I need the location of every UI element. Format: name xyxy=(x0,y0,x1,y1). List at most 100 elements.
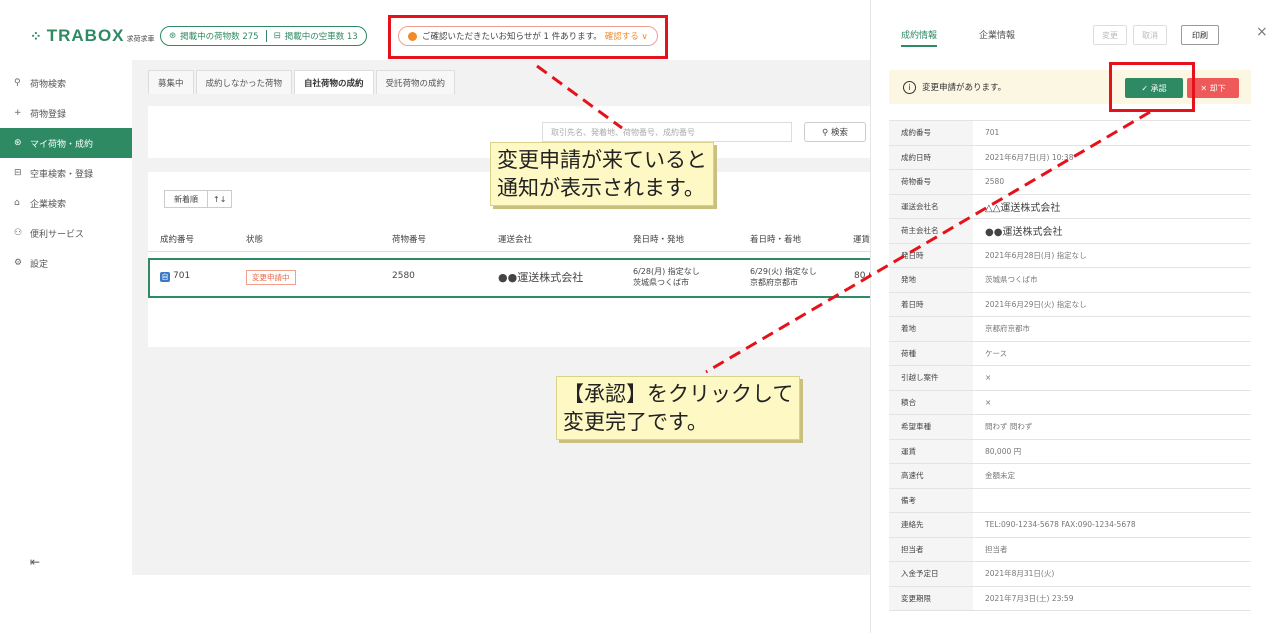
truck-count: 掲載中の空車数 13 xyxy=(284,32,358,42)
main-content: 募集中 成約しなかった荷物 自社荷物の成約 受託荷物の成約 取引先名、発着地、荷… xyxy=(132,60,874,575)
detail-value xyxy=(973,489,1251,513)
own-badge-icon: 自 xyxy=(160,272,170,282)
tab-own-contracts[interactable]: 自社荷物の成約 xyxy=(294,70,374,94)
contract-detail-panel: 成約情報 企業情報 変更 取消 印刷 × i 変更申請があります。 ✓ 承認 ✕… xyxy=(870,0,1280,633)
info-icon: i xyxy=(903,80,916,94)
sidebar-item-company-search[interactable]: ⌂ 企業検索 xyxy=(0,188,132,218)
service-icon: ⚇ xyxy=(14,228,23,238)
callout-notification: 変更申請が来ていると 通知が表示されます。 xyxy=(490,142,714,206)
table-row[interactable]: 自 701 変更申請中 2580 ●●運送株式会社 6/28(月) 指定なし 茨城県… xyxy=(148,258,874,298)
print-button[interactable]: 印刷 xyxy=(1181,25,1219,45)
detail-label: 荷主会社名 xyxy=(889,219,973,243)
detail-row: 高速代 金額未定 xyxy=(889,464,1251,489)
col-cargo-no: 荷物番号 xyxy=(392,235,427,245)
search-icon: ⚲ xyxy=(14,78,21,88)
sidebar-item-truck-search[interactable]: ⊟ 空車検索・登録 xyxy=(0,158,132,188)
highlight-box-notification xyxy=(388,15,668,59)
detail-row: 変更期限 2021年7月3日(土) 23:59 xyxy=(889,586,1251,611)
detail-value: 問わず 問わず xyxy=(985,422,1033,432)
detail-row: 発地 茨城県つくば市 xyxy=(889,268,1251,293)
detail-label: 運送会社名 xyxy=(889,194,973,218)
trabox-logo[interactable]: ⁘ TRABOX 求荷求車 xyxy=(30,26,155,46)
detail-row: 連絡先 TEL:090-1234-5678 FAX:090-1234-5678 xyxy=(889,513,1251,538)
sidebar: ⚲ 荷物検索 + 荷物登録 ⊛ マイ荷物・成約 ⊟ 空車検索・登録 ⌂ 企業検索 ⚇ 便利サ… xyxy=(0,60,132,633)
truck-icon: ⊟ xyxy=(273,31,281,41)
box-icon: ⊛ xyxy=(169,31,177,41)
detail-row: 担当者 担当者 xyxy=(889,537,1251,562)
status-badge: 変更申請中 xyxy=(246,270,296,285)
detail-row: 荷主会社名 ●●運送株式会社 xyxy=(889,219,1251,244)
panel-tabs: 成約情報 企業情報 xyxy=(901,28,1057,47)
sidebar-item-my-cargo[interactable]: ⊛ マイ荷物・成約 xyxy=(0,128,132,158)
detail-label: 備考 xyxy=(889,488,973,512)
collapse-sidebar-icon[interactable]: ⇤ xyxy=(30,555,40,569)
notice-text: 変更申請があります。 xyxy=(922,83,1007,93)
listing-stats-pill[interactable]: ⊛ 掲載中の荷物数 275 ⊟ 掲載中の空車数 13 xyxy=(160,26,367,46)
detail-value: × xyxy=(985,397,992,407)
col-fare: 運賃 xyxy=(853,235,871,245)
callout-approve: 【承認】をクリックして 変更完了です。 xyxy=(556,376,801,440)
detail-row: 運送会社名 △△運送株式会社 xyxy=(889,194,1251,219)
detail-label: 連絡先 xyxy=(889,513,973,537)
detail-label: 引越し案件 xyxy=(889,366,973,390)
detail-value: 701 xyxy=(985,128,1000,138)
tab-contract-info[interactable]: 成約情報 xyxy=(901,28,938,47)
arrival-cell: 6/29(火) 指定なし 京都府京都市 xyxy=(750,267,817,287)
sidebar-item-services[interactable]: ⚇ 便利サービス xyxy=(0,218,132,248)
sort-order-icon[interactable]: ↑↓ xyxy=(207,191,231,207)
detail-value: △△運送株式会社 xyxy=(985,202,1061,214)
detail-label: 荷種 xyxy=(889,341,973,365)
detail-value: 金額未定 xyxy=(985,471,1015,481)
col-departure: 発日時・発地 xyxy=(633,235,685,245)
detail-label: 変更期限 xyxy=(889,586,973,610)
sidebar-item-cargo-search[interactable]: ⚲ 荷物検索 xyxy=(0,68,132,98)
detail-label: 成約番号 xyxy=(889,121,973,145)
sidebar-item-settings[interactable]: ⚙ 設定 xyxy=(0,248,132,278)
detail-row: 成約番号 701 xyxy=(889,121,1251,146)
detail-row: 荷種 ケース xyxy=(889,341,1251,366)
detail-label: 着地 xyxy=(889,317,973,341)
search-input[interactable]: 取引先名、発着地、荷物番号、成約番号 xyxy=(542,122,792,142)
col-contract-no: 成約番号 xyxy=(160,235,195,245)
detail-value: 80,000 円 xyxy=(985,446,1022,456)
detail-value: × xyxy=(985,373,992,383)
tab-recruiting[interactable]: 募集中 xyxy=(148,70,194,94)
detail-label: 積合 xyxy=(889,390,973,414)
tab-not-contracted[interactable]: 成約しなかった荷物 xyxy=(195,70,293,94)
contract-number: 自 701 xyxy=(160,271,191,282)
cancel-button[interactable]: 取消 xyxy=(1133,25,1167,45)
detail-value: 2021年8月31日(火) xyxy=(985,569,1055,579)
cargo-number: 2580 xyxy=(392,271,415,281)
detail-label: 高速代 xyxy=(889,464,973,488)
table-header: 成約番号 状態 荷物番号 運送会社 発日時・発地 着日時・着地 運賃 xyxy=(148,224,870,252)
logo-dots-icon: ⁘ xyxy=(30,28,43,44)
tab-company-info[interactable]: 企業情報 xyxy=(979,28,1015,47)
detail-label: 発地 xyxy=(889,268,973,292)
truck-icon: ⊟ xyxy=(14,168,22,178)
tab-consigned-contracts[interactable]: 受託荷物の成約 xyxy=(375,70,456,94)
detail-value: 2021年6月29日(火) 指定なし xyxy=(985,299,1087,309)
detail-row: 希望車種 問わず 問わず xyxy=(889,415,1251,440)
detail-row: 着日時 2021年6月29日(火) 指定なし xyxy=(889,292,1251,317)
cargo-tabs: 募集中 成約しなかった荷物 自社荷物の成約 受託荷物の成約 xyxy=(148,70,457,94)
detail-label: 成約日時 xyxy=(889,145,973,169)
box-icon: ⊛ xyxy=(14,138,22,148)
departure-cell: 6/28(月) 指定なし 茨城県つくば市 xyxy=(633,267,700,287)
change-button[interactable]: 変更 xyxy=(1093,25,1127,45)
detail-row: 引越し案件 × xyxy=(889,366,1251,391)
close-icon[interactable]: × xyxy=(1256,24,1268,40)
detail-label: 入金予定日 xyxy=(889,562,973,586)
detail-value: ●●運送株式会社 xyxy=(985,227,1063,239)
col-carrier: 運送会社 xyxy=(498,235,533,245)
detail-row: 着地 京都府京都市 xyxy=(889,317,1251,342)
detail-value: TEL:090-1234-5678 FAX:090-1234-5678 xyxy=(985,520,1136,530)
detail-row: 荷物番号 2580 xyxy=(889,170,1251,195)
detail-value: 2021年6月28日(月) 指定なし xyxy=(985,250,1087,260)
detail-value: ケース xyxy=(985,348,1008,358)
search-button[interactable]: ⚲ 検索 xyxy=(804,122,866,142)
sort-dropdown[interactable]: 新着順 ↑↓ xyxy=(164,190,233,208)
detail-row: 発日時 2021年6月28日(月) 指定なし xyxy=(889,243,1251,268)
detail-row: 積合 × xyxy=(889,390,1251,415)
detail-value: 2021年6月7日(月) 10:38 xyxy=(985,152,1074,162)
sidebar-item-cargo-register[interactable]: + 荷物登録 xyxy=(0,98,132,128)
